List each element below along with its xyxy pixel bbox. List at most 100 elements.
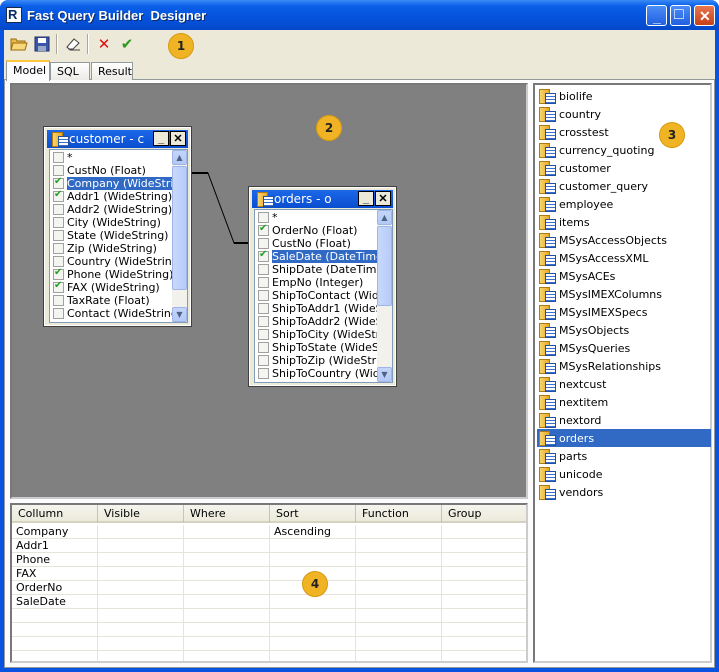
grid-cell[interactable] (12, 609, 98, 623)
grid-cell[interactable] (356, 525, 442, 539)
field-checkbox[interactable] (258, 303, 269, 314)
grid-cell[interactable]: Phone (12, 553, 98, 567)
table-window-customer[interactable]: customer - c _ ✕ *CustNo (Float)Company … (43, 126, 192, 327)
grid-cell[interactable]: OrderNo (12, 581, 98, 595)
grid-cell[interactable] (270, 623, 356, 637)
table-list-item[interactable]: nextord (537, 411, 711, 429)
grid-cell[interactable] (356, 595, 442, 609)
field-item[interactable]: CustNo (Float) (50, 164, 146, 177)
table-minimize-button[interactable]: _ (153, 131, 169, 146)
field-checkbox[interactable] (258, 368, 269, 379)
field-checkbox[interactable] (53, 280, 64, 293)
table-list-item[interactable]: MSysRelationships (537, 357, 711, 375)
grid-cell[interactable] (184, 651, 270, 661)
column-header[interactable]: Collumn (12, 505, 98, 523)
field-item[interactable]: ShipToAddr2 (WideString) (255, 315, 392, 328)
table-list-item[interactable]: customer_query (537, 177, 711, 195)
column-header[interactable]: Visible (98, 505, 184, 523)
field-item[interactable]: City (WideString) (50, 216, 161, 229)
grid-cell[interactable] (270, 637, 356, 651)
field-item[interactable]: ShipToState (WideString) (255, 341, 392, 354)
column-header[interactable]: Sort (270, 505, 356, 523)
field-item[interactable]: * (50, 151, 73, 164)
field-item[interactable]: ShipDate (DateTime) (255, 263, 388, 276)
grid-cell[interactable] (356, 539, 442, 553)
grid-cell[interactable] (12, 651, 98, 661)
field-checkbox[interactable] (258, 264, 269, 275)
field-checkbox[interactable] (53, 308, 64, 319)
field-item[interactable]: TaxRate (Float) (50, 294, 150, 307)
scrollbar[interactable]: ▲ ▼ (172, 150, 187, 322)
grid-cell[interactable]: Ascending (270, 525, 356, 539)
grid-cell[interactable] (356, 609, 442, 623)
grid-cell[interactable] (442, 567, 526, 581)
grid-cell[interactable]: Company (12, 525, 98, 539)
table-list-item[interactable]: unicode (537, 465, 711, 483)
field-checkbox[interactable] (258, 223, 269, 236)
grid-cell[interactable] (184, 567, 270, 581)
table-close-button[interactable]: ✕ (375, 191, 391, 206)
grid-cell[interactable] (184, 609, 270, 623)
field-checkbox[interactable] (258, 355, 269, 366)
minimize-button[interactable]: _ (646, 5, 667, 26)
table-list-item[interactable]: MSysIMEXSpecs (537, 303, 711, 321)
table-list-item[interactable]: nextcust (537, 375, 711, 393)
field-checkbox[interactable] (53, 152, 64, 163)
field-checkbox[interactable] (53, 256, 64, 267)
table-list-item[interactable]: customer (537, 159, 711, 177)
table-list-item[interactable]: biolife (537, 87, 711, 105)
grid-cell[interactable] (270, 539, 356, 553)
table-list-item[interactable]: employee (537, 195, 711, 213)
grid-cell[interactable] (98, 595, 184, 609)
grid-cell[interactable] (98, 623, 184, 637)
scroll-up-button[interactable]: ▲ (172, 150, 187, 165)
grid-cell[interactable] (270, 609, 356, 623)
grid-cell[interactable] (98, 581, 184, 595)
open-button[interactable] (8, 34, 30, 54)
grid-cell[interactable] (356, 581, 442, 595)
tab-model[interactable]: Model (6, 60, 50, 81)
table-list-item[interactable]: vendors (537, 483, 711, 501)
field-checkbox[interactable] (258, 238, 269, 249)
grid-cell[interactable] (98, 539, 184, 553)
grid-cell[interactable] (98, 553, 184, 567)
grid-cell[interactable]: FAX (12, 567, 98, 581)
grid-cell[interactable] (184, 581, 270, 595)
grid-cell[interactable] (442, 553, 526, 567)
field-checkbox[interactable] (258, 329, 269, 340)
field-item[interactable]: CustNo (Float) (255, 237, 351, 250)
grid-cell[interactable] (356, 567, 442, 581)
save-button[interactable] (31, 34, 53, 54)
table-window-title-bar[interactable]: customer - c _ ✕ (47, 130, 188, 148)
field-item[interactable]: Zip (WideString) (50, 242, 157, 255)
field-item[interactable]: Addr2 (WideString) (50, 203, 172, 216)
grid-cell[interactable] (442, 623, 526, 637)
grid-cell[interactable] (98, 567, 184, 581)
tab-sql[interactable]: SQL (50, 62, 90, 80)
field-checkbox[interactable] (258, 277, 269, 288)
table-list-item[interactable]: nextitem (537, 393, 711, 411)
grid-cell[interactable] (356, 553, 442, 567)
title-bar[interactable]: Fast Query Builder Designer _ □ ✕ (0, 0, 719, 30)
table-list-item[interactable]: MSysObjects (537, 321, 711, 339)
grid-cell[interactable] (442, 525, 526, 539)
field-item[interactable]: SaleDate (DateTime) (255, 249, 388, 263)
table-window-title-bar[interactable]: orders - o _ ✕ (252, 190, 393, 208)
field-item[interactable]: ShipToAddr1 (WideString) (255, 302, 392, 315)
field-item[interactable]: Contact (WideString) (50, 307, 182, 320)
table-window-orders[interactable]: orders - o _ ✕ *OrderNo (Float)CustNo (F… (248, 186, 397, 387)
grid-cell[interactable] (270, 651, 356, 661)
grid-cell[interactable] (12, 637, 98, 651)
column-header[interactable]: Function (356, 505, 442, 523)
grid-cell[interactable] (98, 651, 184, 661)
field-item[interactable]: Company (WideString) (50, 176, 187, 190)
field-checkbox[interactable] (258, 342, 269, 353)
grid-cell[interactable] (442, 651, 526, 661)
tab-result[interactable]: Result (91, 62, 133, 80)
field-checkbox[interactable] (53, 204, 64, 215)
table-list-item[interactable]: parts (537, 447, 711, 465)
field-checkbox[interactable] (53, 217, 64, 228)
grid-cell[interactable]: Addr1 (12, 539, 98, 553)
field-item[interactable]: ShipToCountry (WideString) (255, 367, 392, 380)
scrollbar[interactable]: ▲ ▼ (377, 210, 392, 382)
